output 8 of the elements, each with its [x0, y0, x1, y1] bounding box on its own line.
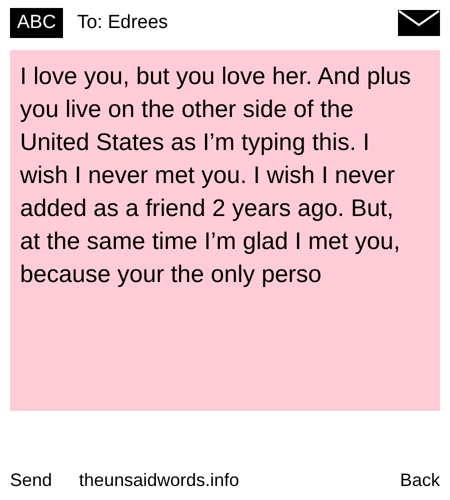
input-mode-badge: ABC	[10, 8, 64, 38]
message-area[interactable]	[10, 50, 440, 411]
envelope-icon	[398, 10, 440, 36]
send-softkey[interactable]: Send	[10, 467, 52, 494]
site-label: theunsaidwords.info	[79, 469, 240, 492]
message-text: I love you, but you love her. And plus you live on the other side of the United States as I’m typing this. I wish I never met you. I wish I never added as a friend 2 years ago. But, at the same time I’m glad I met you, because your the only perso	[20, 62, 412, 290]
back-softkey[interactable]: Back	[400, 467, 440, 494]
recipient-label: To: Edrees	[77, 10, 168, 35]
